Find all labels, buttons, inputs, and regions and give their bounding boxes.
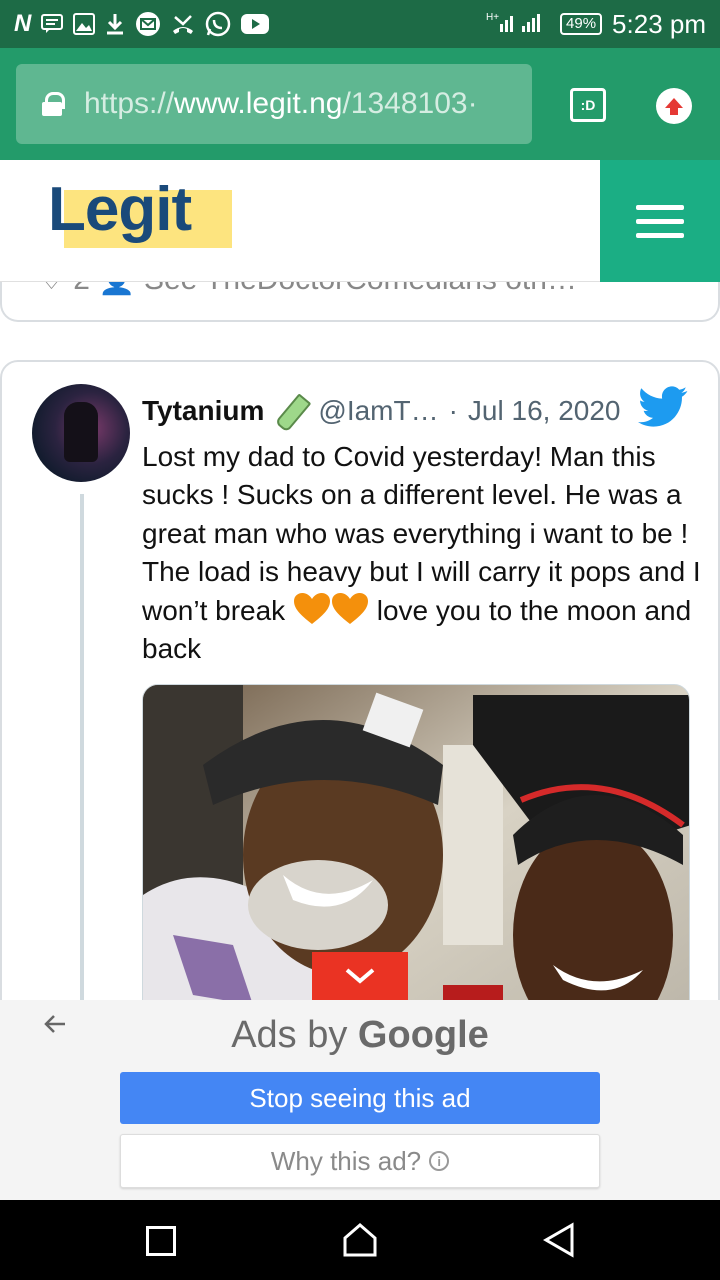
orange-heart-icon bbox=[331, 592, 368, 624]
battery-indicator: 49% bbox=[560, 13, 603, 35]
signal-icon: H+ bbox=[486, 8, 550, 41]
clock: 5:23 pm bbox=[612, 8, 706, 39]
test-tube-icon bbox=[272, 392, 310, 430]
thread-line bbox=[80, 494, 84, 1074]
why-this-ad-button[interactable]: Why this ad? i bbox=[120, 1134, 600, 1188]
author-handle[interactable]: @IamT… bbox=[318, 395, 438, 427]
tweet-photo[interactable] bbox=[142, 684, 690, 1054]
system-navigation-bar bbox=[0, 1200, 720, 1280]
back-icon[interactable] bbox=[542, 1222, 578, 1258]
hamburger-menu-icon[interactable] bbox=[600, 160, 720, 282]
lock-icon bbox=[42, 92, 65, 116]
url-scheme: https:// bbox=[84, 87, 175, 120]
whatsapp-icon bbox=[205, 11, 231, 37]
status-right: H+ 49% 5:23 pm bbox=[486, 8, 706, 41]
address-bar[interactable]: https://www.legit.ng/1348103· bbox=[16, 64, 532, 144]
ads-by-google: Ads by Google bbox=[231, 1014, 489, 1056]
author-name[interactable]: Tytanium bbox=[142, 395, 264, 427]
upload-icon[interactable] bbox=[656, 88, 692, 124]
home-icon[interactable] bbox=[342, 1222, 378, 1258]
mail-icon bbox=[135, 11, 161, 37]
ad-feedback-panel: Ads by Google Stop seeing this ad Why th… bbox=[0, 1000, 720, 1200]
orange-heart-icon bbox=[293, 592, 330, 624]
image-icon bbox=[73, 13, 96, 35]
download-icon bbox=[105, 13, 125, 35]
why-this-ad-label: Why this ad? bbox=[270, 1145, 422, 1176]
status-bar: N H+ 49% 5:23 pm bbox=[0, 0, 720, 48]
missed-call-icon bbox=[171, 13, 195, 35]
avatar[interactable] bbox=[32, 384, 130, 482]
twitter-bird-icon[interactable] bbox=[638, 386, 688, 428]
message-icon bbox=[41, 14, 64, 34]
tweet-date[interactable]: Jul 16, 2020 bbox=[468, 395, 621, 427]
url-host: www.legit.ng bbox=[174, 87, 343, 120]
youtube-icon bbox=[241, 13, 270, 35]
tab-switcher-button[interactable]: :D bbox=[570, 88, 606, 122]
browser-toolbar: https://www.legit.ng/1348103· :D bbox=[0, 48, 720, 160]
news-icon: N bbox=[14, 10, 32, 37]
info-icon: i bbox=[429, 1151, 450, 1171]
svg-text:H+: H+ bbox=[486, 12, 499, 23]
tweet-body: Lost my dad to Covid yesterday! Man this… bbox=[142, 438, 702, 668]
chevron-down-icon bbox=[345, 968, 375, 984]
url-path: /1348103· bbox=[342, 87, 478, 120]
tweet-header: Tytanium @IamT… · Jul 16, 2020 bbox=[142, 392, 702, 430]
site-header: Legit bbox=[0, 160, 720, 282]
stop-seeing-ad-button[interactable]: Stop seeing this ad bbox=[120, 1072, 600, 1124]
header-separator: · bbox=[448, 395, 458, 426]
recents-icon[interactable] bbox=[146, 1226, 176, 1256]
collapse-ad-button[interactable] bbox=[312, 952, 408, 1000]
legit-logo[interactable]: Legit bbox=[48, 175, 234, 250]
notification-icons: N bbox=[14, 10, 270, 38]
